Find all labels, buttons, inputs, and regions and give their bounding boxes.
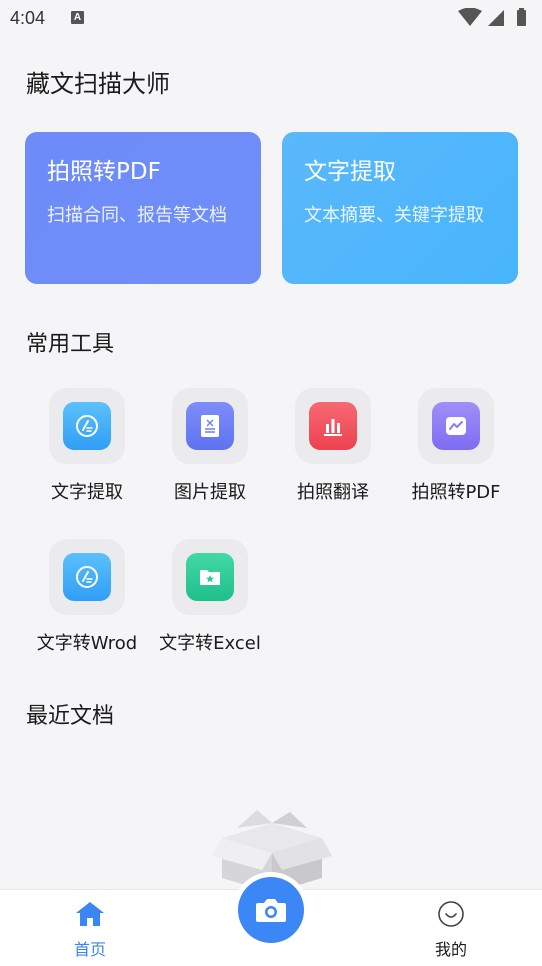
- card-title: 文字提取: [304, 159, 396, 185]
- camera-scan-button[interactable]: [238, 877, 304, 943]
- tool-text-extract[interactable]: 文字提取: [25, 388, 149, 504]
- tool-label: 文字转Wrod: [36, 633, 138, 654]
- nav-home[interactable]: 首页: [50, 900, 130, 960]
- card-subtitle: 文本摘要、关键字提取: [304, 205, 484, 226]
- tool-label: 拍照转PDF: [411, 482, 501, 503]
- smile-profile-icon: [438, 901, 464, 927]
- tool-icon-bg: [49, 388, 125, 464]
- image-extract-icon: [186, 402, 234, 450]
- tool-label: 文字提取: [51, 482, 123, 503]
- tool-image-extract[interactable]: 图片提取: [148, 388, 272, 504]
- excel-folder-icon: [186, 553, 234, 601]
- tool-photo-translate[interactable]: 拍照翻译: [271, 388, 395, 504]
- tool-label: 拍照翻译: [297, 482, 369, 503]
- tools-section-title: 常用工具: [26, 332, 115, 357]
- status-bar: 4:04 A: [0, 0, 542, 36]
- tool-label: 文字转Excel: [159, 633, 261, 654]
- photo-to-pdf-card[interactable]: 拍照转PDF 扫描合同、报告等文档: [25, 132, 261, 284]
- text-extract-icon: [63, 402, 111, 450]
- nav-mine[interactable]: 我的: [411, 900, 491, 960]
- camera-icon: [256, 899, 286, 922]
- status-time: 4:04: [10, 8, 46, 28]
- word-convert-icon: [63, 553, 111, 601]
- translate-chart-icon: [309, 402, 357, 450]
- recent-docs-title: 最近文档: [26, 704, 115, 729]
- pdf-trend-icon: [432, 402, 480, 450]
- tool-icon-bg: [418, 388, 494, 464]
- card-subtitle: 扫描合同、报告等文档: [47, 205, 227, 226]
- notification-icon: A: [71, 11, 84, 24]
- tool-icon-bg: [295, 388, 371, 464]
- app-title: 藏文扫描大师: [26, 70, 170, 98]
- home-icon: [76, 902, 104, 926]
- nav-home-label: 首页: [73, 940, 106, 959]
- tool-icon-bg: [172, 539, 248, 615]
- tool-photo-to-pdf[interactable]: 拍照转PDF: [394, 388, 518, 504]
- tool-text-to-excel[interactable]: 文字转Excel: [148, 539, 272, 655]
- wifi-signal-battery-icon: [458, 8, 526, 26]
- tool-icon-bg: [49, 539, 125, 615]
- text-extract-card[interactable]: 文字提取 文本摘要、关键字提取: [282, 132, 518, 284]
- status-indicators: [458, 8, 530, 28]
- tool-icon-bg: [172, 388, 248, 464]
- tool-label: 图片提取: [174, 482, 246, 503]
- tool-text-to-word[interactable]: 文字转Wrod: [25, 539, 149, 655]
- card-title: 拍照转PDF: [47, 159, 161, 185]
- nav-mine-label: 我的: [434, 940, 467, 959]
